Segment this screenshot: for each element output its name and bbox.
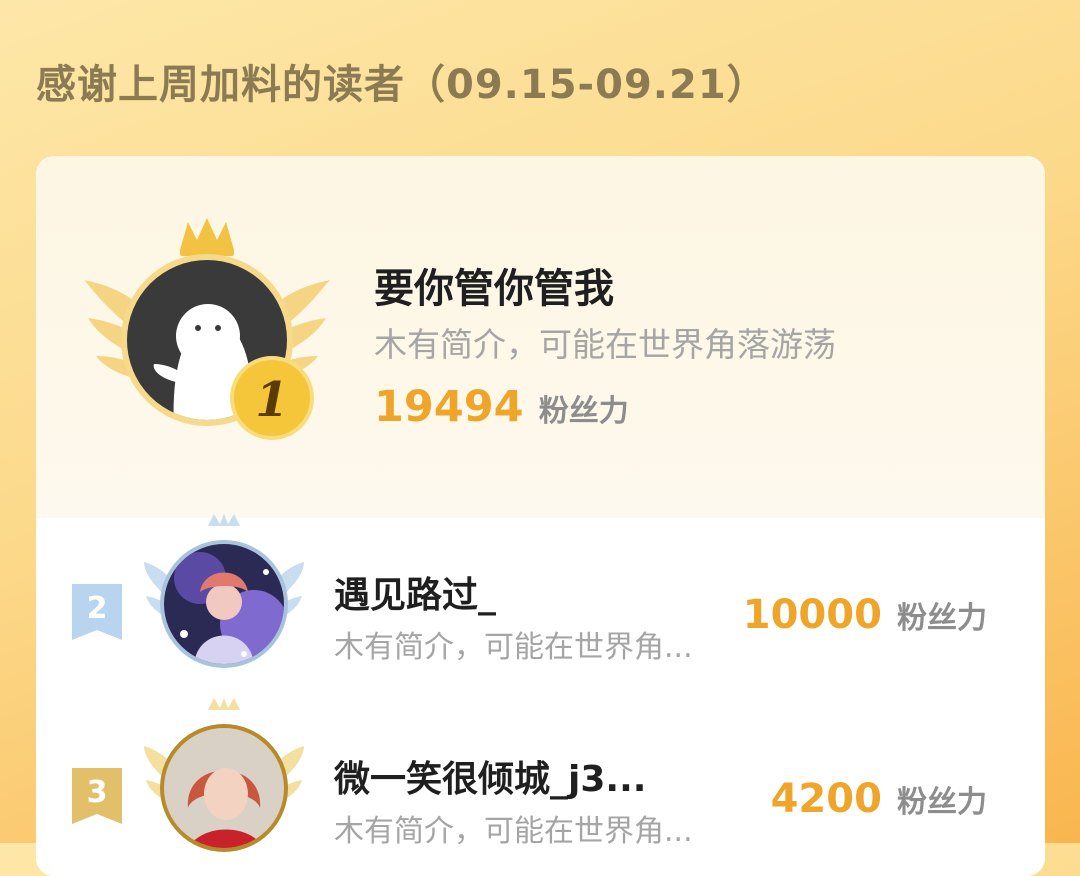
fans-label: 粉丝力 <box>897 785 987 820</box>
rank-3-score: 4200 <box>770 776 882 822</box>
ranking-list: 2 遇见路过_ 木有简介，可能在世界角... 10000 粉丝力 3 微一笑很倾… <box>36 514 1045 876</box>
rank-2-name[interactable]: 遇见路过_ <box>334 566 496 618</box>
anime-girl-avatar <box>164 544 284 664</box>
gold-crown-icon <box>180 218 234 256</box>
first-place-score: 19494 <box>374 382 524 432</box>
rank-3-avatar[interactable] <box>144 698 304 858</box>
fans-label: 粉丝力 <box>897 601 987 636</box>
red-hair-photo-avatar <box>164 728 284 848</box>
rank-number-2: 2 <box>87 591 108 626</box>
rank-2-bio: 木有简介，可能在世界角... <box>334 630 693 665</box>
ranking-row-2[interactable]: 2 遇见路过_ 木有简介，可能在世界角... 10000 粉丝力 <box>36 514 1045 668</box>
first-place-score-row: 19494 粉丝力 <box>374 382 629 432</box>
bronze-rank-badge-icon: 3 <box>72 768 122 824</box>
ranking-card: 1 要你管你管我 木有简介，可能在世界角落游荡 19494 粉丝力 2 遇见路过… <box>36 156 1045 876</box>
ranking-row-3[interactable]: 3 微一笑很倾城_j3... 木有简介，可能在世界角... 4200 粉丝力 <box>36 698 1045 852</box>
rank-3-name[interactable]: 微一笑很倾城_j3... <box>334 750 646 802</box>
rank-3-score-row: 4200 粉丝力 <box>771 776 987 822</box>
rank-3-bio: 木有简介，可能在世界角... <box>334 814 693 849</box>
page-title: 感谢上周加料的读者（09.15-09.21） <box>36 62 768 108</box>
first-place-badge[interactable]: 1 <box>84 218 330 448</box>
first-place-bio: 木有简介，可能在世界角落游荡 <box>374 325 836 364</box>
rank-2-score: 10000 <box>742 592 882 638</box>
rank-number-1: 1 <box>255 372 288 428</box>
fans-label: 粉丝力 <box>538 394 629 429</box>
silver-rank-badge-icon: 2 <box>72 584 122 640</box>
rank-2-avatar[interactable] <box>144 514 304 674</box>
first-place-section[interactable]: 1 要你管你管我 木有简介，可能在世界角落游荡 19494 粉丝力 <box>36 156 1045 518</box>
rank-2-score-row: 10000 粉丝力 <box>743 592 987 638</box>
first-place-name[interactable]: 要你管你管我 <box>374 256 614 314</box>
rank-number-3: 3 <box>87 775 108 810</box>
